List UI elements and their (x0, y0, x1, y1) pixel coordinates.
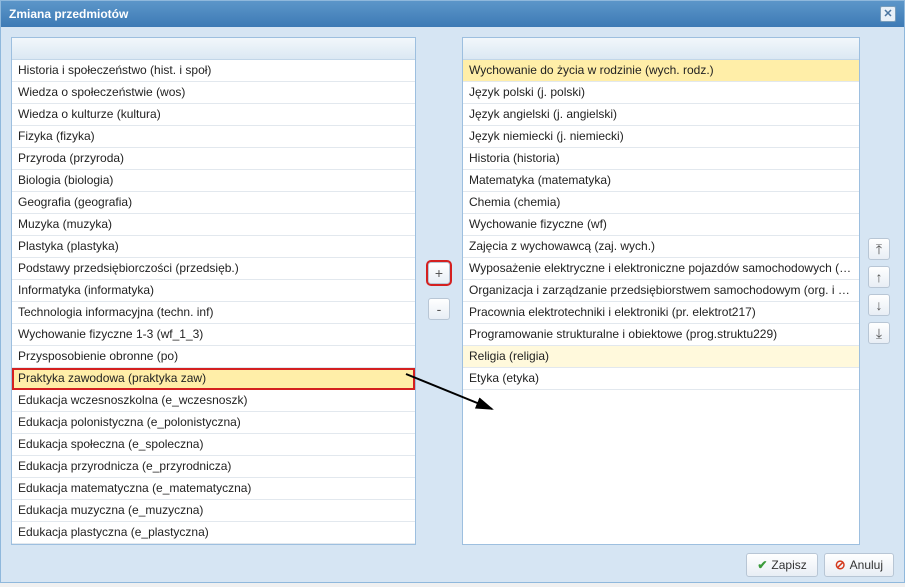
check-icon: ✔ (757, 558, 767, 572)
list-item[interactable]: Edukacja wczesnoszkolna (e_wczesnoszk) (12, 390, 415, 412)
move-up-button[interactable]: ↑ (868, 266, 890, 288)
main-area: Historia i społeczeństwo (hist. i społ)W… (11, 37, 894, 545)
list-item[interactable]: Programowanie strukturalne i obiektowe (… (463, 324, 859, 346)
dialog-footer: ✔ Zapisz ⊘ Anuluj (11, 545, 894, 577)
list-item[interactable]: Historia (historia) (463, 148, 859, 170)
cancel-label: Anuluj (850, 558, 883, 572)
list-item[interactable]: Edukacja muzyczna (e_muzyczna) (12, 500, 415, 522)
list-item[interactable]: Edukacja plastyczna (e_plastyczna) (12, 522, 415, 544)
list-item[interactable]: Biologia (biologia) (12, 170, 415, 192)
list-item[interactable]: Język polski (j. polski) (463, 82, 859, 104)
list-item[interactable]: Etyka (etyka) (463, 368, 859, 390)
add-button[interactable]: + (428, 262, 450, 284)
list-item[interactable]: Matematyka (matematyka) (463, 170, 859, 192)
list-item[interactable]: Organizacja i zarządzanie przedsiębiorst… (463, 280, 859, 302)
list-item[interactable]: Pracownia elektrotechniki i elektroniki … (463, 302, 859, 324)
cancel-button[interactable]: ⊘ Anuluj (824, 553, 894, 577)
list-item[interactable]: Wychowanie do życia w rodzinie (wych. ro… (463, 60, 859, 82)
available-list-header (12, 38, 415, 60)
list-item[interactable]: Religia (religia) (463, 346, 859, 368)
list-item[interactable]: Wyposażenie elektryczne i elektroniczne … (463, 258, 859, 280)
reorder-controls: ⤒ ↑ ↓ ⤓ (868, 37, 894, 545)
remove-button[interactable]: - (428, 298, 450, 320)
list-item[interactable]: Edukacja polonistyczna (e_polonistyczna) (12, 412, 415, 434)
list-item[interactable]: Zajęcia z wychowawcą (zaj. wych.) (463, 236, 859, 258)
list-item[interactable]: Edukacja matematyczna (e_matematyczna) (12, 478, 415, 500)
list-item[interactable]: Plastyka (plastyka) (12, 236, 415, 258)
dialog-content: Historia i społeczeństwo (hist. i społ)W… (1, 27, 904, 587)
list-item[interactable]: Geografia (geografia) (12, 192, 415, 214)
close-button[interactable]: ✕ (880, 6, 896, 22)
list-item[interactable]: Edukacja społeczna (e_spoleczna) (12, 434, 415, 456)
list-item[interactable]: Fizyka (fizyka) (12, 126, 415, 148)
available-list-body[interactable]: Historia i społeczeństwo (hist. i społ)W… (12, 60, 415, 544)
available-subjects-panel: Historia i społeczeństwo (hist. i społ)W… (11, 37, 416, 545)
list-item[interactable]: Praktyka zawodowa (praktyka zaw) (12, 368, 415, 390)
move-down-button[interactable]: ↓ (868, 294, 890, 316)
assigned-subjects-panel: Wychowanie do życia w rodzinie (wych. ro… (462, 37, 860, 545)
dialog-change-subjects: Zmiana przedmiotów ✕ Historia i społecze… (0, 0, 905, 583)
list-item[interactable]: Wiedza o społeczeństwie (wos) (12, 82, 415, 104)
move-bottom-button[interactable]: ⤓ (868, 322, 890, 344)
list-item[interactable]: Muzyka (muzyka) (12, 214, 415, 236)
list-item[interactable]: Edukacja przyrodnicza (e_przyrodnicza) (12, 456, 415, 478)
list-item[interactable]: Informatyka (informatyka) (12, 280, 415, 302)
list-item[interactable]: Język angielski (j. angielski) (463, 104, 859, 126)
list-item[interactable]: Wychowanie fizyczne (wf) (463, 214, 859, 236)
cancel-icon: ⊘ (835, 557, 846, 573)
list-item[interactable]: Język niemiecki (j. niemiecki) (463, 126, 859, 148)
list-item[interactable]: Chemia (chemia) (463, 192, 859, 214)
save-button[interactable]: ✔ Zapisz (746, 553, 817, 577)
list-item[interactable]: Wiedza o kulturze (kultura) (12, 104, 415, 126)
list-item[interactable]: Wychowanie fizyczne 1-3 (wf_1_3) (12, 324, 415, 346)
assigned-list-header (463, 38, 859, 60)
list-item[interactable]: Technologia informacyjna (techn. inf) (12, 302, 415, 324)
list-item[interactable]: Przyroda (przyroda) (12, 148, 415, 170)
list-item[interactable]: Podstawy przedsiębiorczości (przedsięb.) (12, 258, 415, 280)
list-item[interactable]: Historia i społeczeństwo (hist. i społ) (12, 60, 415, 82)
move-top-button[interactable]: ⤒ (868, 238, 890, 260)
transfer-controls: + - (424, 37, 454, 545)
dialog-title: Zmiana przedmiotów (9, 7, 128, 21)
assigned-list-body[interactable]: Wychowanie do życia w rodzinie (wych. ro… (463, 60, 859, 544)
save-label: Zapisz (771, 558, 806, 572)
titlebar: Zmiana przedmiotów ✕ (1, 1, 904, 27)
list-item[interactable]: Przysposobienie obronne (po) (12, 346, 415, 368)
